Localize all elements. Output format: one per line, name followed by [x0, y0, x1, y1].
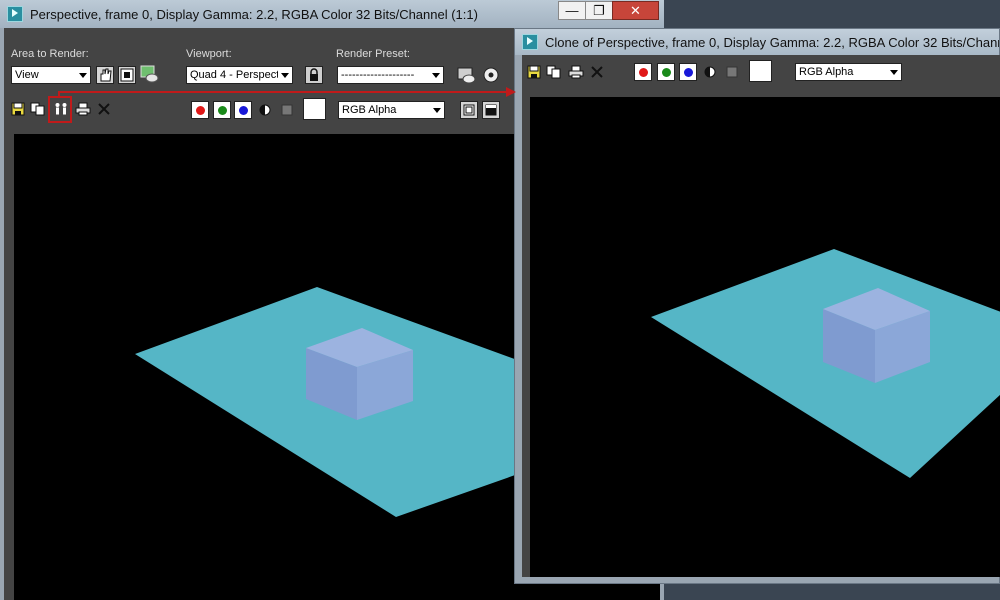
- blue-channel-toggle[interactable]: [234, 101, 252, 119]
- clone-clear-button[interactable]: [588, 63, 606, 81]
- minimize-button[interactable]: —: [558, 1, 586, 20]
- clone-title-bar[interactable]: Clone of Perspective, frame 0, Display G…: [515, 29, 999, 55]
- window-icon: [485, 104, 497, 116]
- minimize-icon: —: [565, 3, 579, 18]
- area-to-render-dropdown[interactable]: View: [11, 66, 91, 84]
- copy-image-button[interactable]: [29, 100, 47, 118]
- clone-channel-display-dropdown[interactable]: RGB Alpha: [795, 63, 902, 81]
- clone-window-title: Clone of Perspective, frame 0, Display G…: [545, 34, 999, 50]
- edit-region-button[interactable]: [96, 66, 114, 84]
- print-button[interactable]: [74, 100, 92, 118]
- copy-image-icon: [30, 102, 45, 116]
- app-icon: [7, 6, 23, 22]
- render-setup-button[interactable]: [457, 66, 477, 84]
- clone-controls-panel: RGB Alpha: [522, 55, 1000, 577]
- render-setup-icon: [457, 67, 476, 84]
- render-region-button[interactable]: [140, 64, 160, 84]
- clear-icon: [98, 103, 110, 115]
- clone-blue-channel-toggle[interactable]: [679, 63, 697, 81]
- clear-icon: [591, 66, 603, 78]
- clone-alpha-toggle[interactable]: [723, 63, 741, 81]
- hand-icon: [100, 68, 112, 82]
- toggle-ui-overlay-button[interactable]: [460, 101, 478, 119]
- blue-channel-icon: [239, 106, 248, 115]
- circle-dot-icon: [483, 67, 499, 83]
- blue-channel-icon: [684, 68, 693, 77]
- save-image-icon: [11, 102, 25, 116]
- viewport-dropdown[interactable]: Quad 4 - Perspective: [186, 66, 293, 84]
- save-image-button[interactable]: [9, 100, 27, 118]
- render-preset-dropdown[interactable]: --------------------: [337, 66, 444, 84]
- clone-button-highlight: [48, 96, 72, 123]
- red-channel-icon: [639, 68, 648, 77]
- green-channel-icon: [218, 106, 227, 115]
- clear-button[interactable]: [95, 100, 113, 118]
- lock-viewport-button[interactable]: [305, 66, 323, 84]
- checker-icon: [726, 66, 738, 78]
- clone-app-icon: [522, 34, 538, 50]
- area-to-render-label: Area to Render:: [11, 48, 89, 60]
- close-icon: ✕: [630, 2, 641, 18]
- window-title: Perspective, frame 0, Display Gamma: 2.2…: [30, 6, 478, 22]
- auto-region-button[interactable]: [118, 66, 136, 84]
- overlay-icon: [463, 104, 475, 116]
- print-icon: [568, 65, 584, 79]
- viewport-label: Viewport:: [186, 48, 232, 60]
- clone-copy-image-button[interactable]: [545, 63, 563, 81]
- toggle-ui-button[interactable]: [482, 101, 500, 119]
- lock-icon: [310, 68, 318, 81]
- red-channel-toggle[interactable]: [191, 101, 209, 119]
- half-circle-icon: [259, 104, 271, 116]
- clone-green-channel-toggle[interactable]: [657, 63, 675, 81]
- save-image-icon: [527, 65, 541, 79]
- close-button[interactable]: ✕: [612, 1, 659, 20]
- red-channel-icon: [196, 106, 205, 115]
- maximize-icon: ❐: [593, 2, 605, 18]
- environment-button[interactable]: [482, 66, 500, 84]
- clone-render-viewport[interactable]: [530, 97, 1000, 577]
- channel-display-dropdown[interactable]: RGB Alpha: [338, 101, 445, 119]
- clone-red-channel-toggle[interactable]: [634, 63, 652, 81]
- clone-rendered-scene: [651, 249, 1000, 478]
- clone-frame-window: Clone of Perspective, frame 0, Display G…: [514, 28, 1000, 584]
- region-icon: [120, 68, 134, 82]
- render-preset-label: Render Preset:: [336, 48, 410, 60]
- alpha-toggle[interactable]: [278, 101, 296, 119]
- green-channel-toggle[interactable]: [213, 101, 231, 119]
- clone-print-button[interactable]: [567, 63, 585, 81]
- mono-toggle[interactable]: [256, 101, 274, 119]
- color-swatch[interactable]: [303, 98, 326, 120]
- half-circle-icon: [704, 66, 716, 78]
- ground-plane: [651, 249, 1000, 478]
- clone-mono-toggle[interactable]: [701, 63, 719, 81]
- clone-save-image-button[interactable]: [525, 63, 543, 81]
- copy-image-icon: [546, 65, 561, 79]
- maximize-button[interactable]: ❐: [585, 1, 613, 20]
- green-channel-icon: [662, 68, 671, 77]
- teapot-render-icon: [140, 65, 159, 83]
- print-icon: [75, 102, 91, 116]
- checker-icon: [281, 104, 293, 116]
- clone-color-swatch[interactable]: [749, 60, 772, 82]
